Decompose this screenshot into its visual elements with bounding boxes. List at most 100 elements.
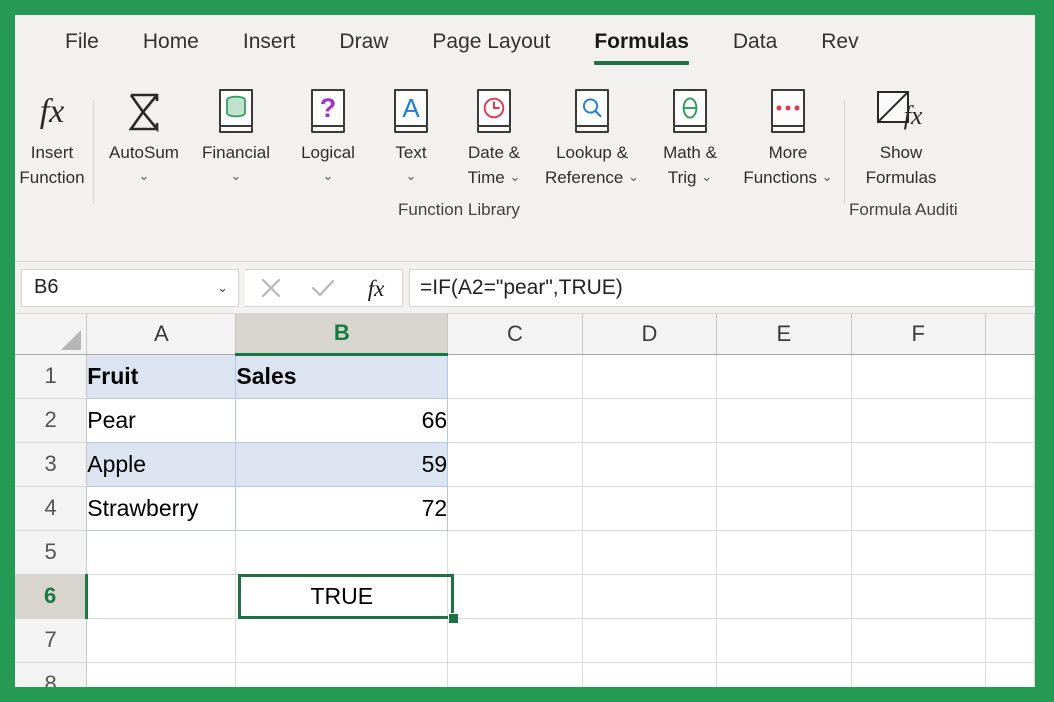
autosum-chevron-icon[interactable]: ⌄ [139,165,150,187]
cell-g8[interactable] [985,662,1034,687]
more-functions-chevron-icon[interactable]: ⌄ [822,169,833,184]
cell-a7[interactable] [87,618,236,662]
formula-input[interactable]: =IF(A2="pear",TRUE) [409,269,1035,307]
cell-b7[interactable] [236,618,448,662]
cell-c8[interactable] [448,662,582,687]
cell-g5[interactable] [985,530,1034,574]
cell-a2[interactable]: Pear [87,398,236,442]
cell-f6[interactable] [851,574,985,618]
cell-d7[interactable] [582,618,716,662]
cell-d8[interactable] [582,662,716,687]
row-header-7[interactable]: 7 [15,618,87,662]
column-header-d[interactable]: D [582,314,716,354]
fill-handle[interactable] [448,613,459,624]
cell-c6[interactable] [448,574,582,618]
math-trig-button[interactable]: Math & Trig ⌄ [644,78,736,191]
select-all-button[interactable] [15,314,87,354]
cell-d2[interactable] [582,398,716,442]
cell-f3[interactable] [851,442,985,486]
more-functions-button[interactable]: More Functions ⌄ [736,78,840,191]
column-header-f[interactable]: F [851,314,985,354]
cell-c2[interactable] [448,398,582,442]
cell-a6[interactable] [87,574,236,618]
cell-b6[interactable]: TRUE [236,574,448,618]
cell-a4[interactable]: Strawberry [87,486,236,530]
insert-function-button[interactable]: fx Insert Function [15,78,89,190]
cell-d3[interactable] [582,442,716,486]
cell-b4[interactable]: 72 [236,486,448,530]
cell-f5[interactable] [851,530,985,574]
cell-g4[interactable] [985,486,1034,530]
column-header-e[interactable]: E [717,314,851,354]
row-header-6[interactable]: 6 [15,574,87,618]
cell-f7[interactable] [851,618,985,662]
name-box-chevron-down-icon[interactable]: ⌄ [217,280,228,296]
cell-f2[interactable] [851,398,985,442]
lookup-reference-chevron-icon[interactable]: ⌄ [628,169,639,184]
cell-d1[interactable] [582,354,716,398]
cell-a1[interactable]: Fruit [87,354,236,398]
tab-home[interactable]: Home [121,23,221,59]
column-header-g[interactable] [985,314,1034,354]
cell-e7[interactable] [717,618,851,662]
logical-chevron-icon[interactable]: ⌄ [323,165,334,187]
cell-f4[interactable] [851,486,985,530]
row-header-1[interactable]: 1 [15,354,87,398]
cell-c4[interactable] [448,486,582,530]
cell-f1[interactable] [851,354,985,398]
cell-b2[interactable]: 66 [236,398,448,442]
text-button[interactable]: A Text ⌄ [374,78,448,187]
cell-g7[interactable] [985,618,1034,662]
name-box[interactable]: B6 ⌄ [21,269,239,307]
cell-b5[interactable] [236,530,448,574]
close-icon[interactable] [250,271,292,305]
column-header-a[interactable]: A [87,314,236,354]
cell-b1[interactable]: Sales [236,354,448,398]
math-trig-chevron-icon[interactable]: ⌄ [701,169,712,184]
cell-d4[interactable] [582,486,716,530]
tab-data[interactable]: Data [711,23,799,59]
tab-page-layout[interactable]: Page Layout [410,23,572,59]
cell-a8[interactable] [87,662,236,687]
tab-draw[interactable]: Draw [317,23,410,59]
cell-e5[interactable] [717,530,851,574]
check-icon[interactable] [302,271,344,305]
tab-formulas[interactable]: Formulas [572,23,711,59]
column-header-c[interactable]: C [448,314,582,354]
tab-review[interactable]: Rev [799,23,880,59]
row-header-5[interactable]: 5 [15,530,87,574]
cell-c1[interactable] [448,354,582,398]
cell-d5[interactable] [582,530,716,574]
cell-a5[interactable] [87,530,236,574]
lookup-reference-button[interactable]: Lookup & Reference ⌄ [540,78,644,191]
financial-chevron-icon[interactable]: ⌄ [231,165,242,187]
cell-f8[interactable] [851,662,985,687]
cell-c3[interactable] [448,442,582,486]
row-header-8[interactable]: 8 [15,662,87,687]
cell-d6[interactable] [582,574,716,618]
cell-g2[interactable] [985,398,1034,442]
tab-insert[interactable]: Insert [221,23,318,59]
cell-e4[interactable] [717,486,851,530]
show-formulas-button[interactable]: fx Show Formulas [849,78,953,190]
cell-c7[interactable] [448,618,582,662]
fx-icon[interactable]: fx [355,271,397,305]
row-header-3[interactable]: 3 [15,442,87,486]
date-time-button[interactable]: Date & Time ⌄ [448,78,540,191]
cell-e3[interactable] [717,442,851,486]
column-header-b[interactable]: B [236,314,448,354]
text-chevron-icon[interactable]: ⌄ [406,165,417,187]
cell-e1[interactable] [717,354,851,398]
logical-button[interactable]: ? Logical ⌄ [282,78,374,187]
tab-file[interactable]: File [43,23,121,59]
date-time-chevron-icon[interactable]: ⌄ [509,169,520,184]
cell-b8[interactable] [236,662,448,687]
autosum-button[interactable]: AutoSum ⌄ [98,78,190,187]
cell-b3[interactable]: 59 [236,442,448,486]
cell-g1[interactable] [985,354,1034,398]
cell-c5[interactable] [448,530,582,574]
row-header-4[interactable]: 4 [15,486,87,530]
cell-e6[interactable] [717,574,851,618]
cell-g6[interactable] [985,574,1034,618]
row-header-2[interactable]: 2 [15,398,87,442]
